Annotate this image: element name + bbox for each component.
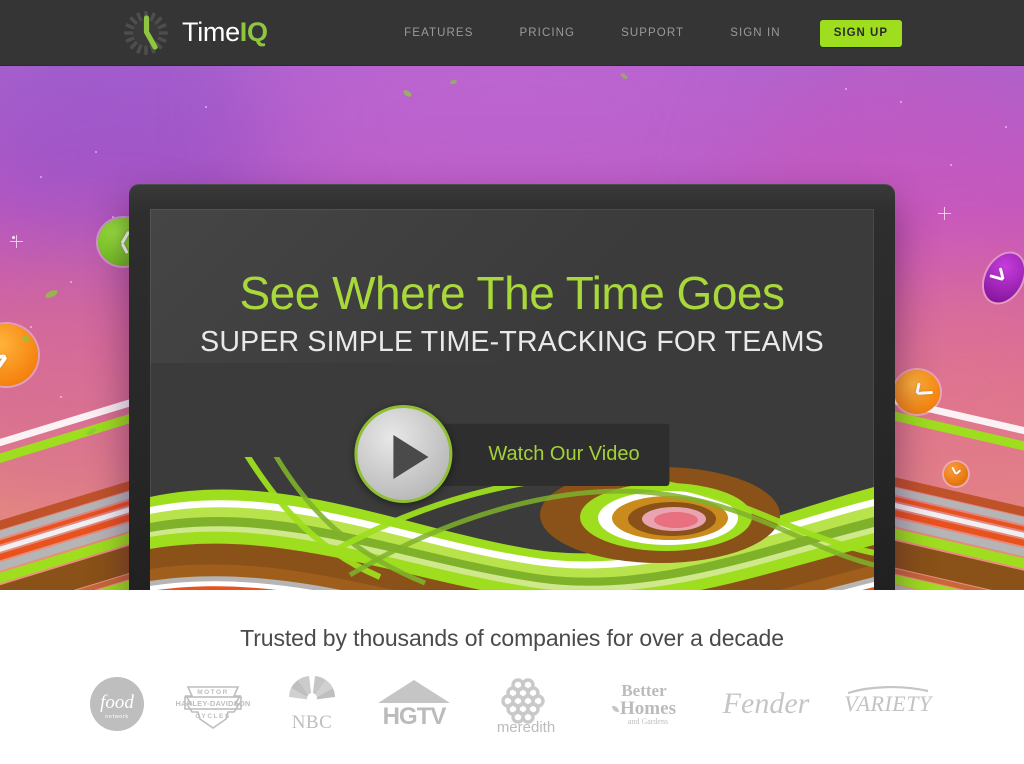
svg-text:NBC: NBC — [292, 712, 333, 733]
clock-starburst-icon — [122, 9, 170, 57]
nav-link-support[interactable]: SUPPORT — [598, 0, 707, 66]
harley-davidson-logo: MOTOR HARLEY-DAVIDSON CYCLES — [174, 674, 252, 734]
watch-video-label[interactable]: Watch Our Video — [426, 422, 670, 486]
star-decoration — [900, 101, 902, 103]
nav-links: FEATURES PRICING SUPPORT SIGN IN SIGN UP — [381, 0, 902, 66]
svg-text:HARLEY-DAVIDSON: HARLEY-DAVIDSON — [176, 699, 251, 708]
monitor-screen: See Where The Time Goes SUPER SIMPLE TIM… — [150, 209, 874, 590]
svg-text:MOTOR: MOTOR — [197, 689, 229, 696]
clock-bubble-orange-left — [0, 324, 38, 386]
meredith-logo: meredith — [484, 674, 568, 734]
svg-text:Fender: Fender — [722, 687, 810, 720]
top-navigation-bar: TimeIQ FEATURES PRICING SUPPORT SIGN IN … — [0, 0, 1024, 66]
star-decoration — [1005, 126, 1007, 128]
food-network-logo: food network — [88, 674, 146, 734]
svg-text:HGTV: HGTV — [383, 703, 447, 730]
brand-name: TimeIQ — [182, 16, 268, 48]
better-homes-and-gardens-logo: Better Homes and Gardens — [596, 674, 692, 734]
svg-text:CYCLES: CYCLES — [195, 713, 230, 720]
client-logo-row: food network MOTOR HARLEY-DAVIDSON CYCLE… — [0, 674, 1024, 734]
star-decoration — [845, 88, 847, 90]
monitor-mockup: See Where The Time Goes SUPER SIMPLE TIM… — [129, 184, 895, 590]
play-triangle-icon — [393, 435, 429, 479]
star-decoration — [95, 151, 97, 153]
star-decoration — [40, 176, 42, 178]
watch-video-control[interactable]: Watch Our Video — [354, 405, 670, 503]
nav-link-pricing[interactable]: PRICING — [496, 0, 598, 66]
brand-name-accent: IQ — [239, 16, 268, 47]
nbc-logo: NBC — [280, 674, 344, 734]
hero-section: See Where The Time Goes SUPER SIMPLE TIM… — [0, 66, 1024, 590]
fender-logo: Fender — [720, 674, 812, 734]
landing-page: TimeIQ FEATURES PRICING SUPPORT SIGN IN … — [0, 0, 1024, 764]
svg-text:meredith: meredith — [497, 719, 555, 734]
trust-section: Trusted by thousands of companies for ov… — [0, 590, 1024, 764]
trust-title: Trusted by thousands of companies for ov… — [240, 625, 784, 651]
hero-headline: See Where The Time Goes — [239, 267, 785, 319]
nav-link-sign-in[interactable]: SIGN IN — [707, 0, 804, 66]
star-decoration — [70, 281, 72, 283]
variety-logo: VARIETY — [840, 674, 936, 734]
svg-text:and Gardens: and Gardens — [628, 717, 668, 726]
clock-bubble-small-right — [944, 462, 968, 486]
play-button[interactable] — [354, 405, 453, 503]
svg-text:Homes: Homes — [620, 698, 676, 719]
star-decoration — [205, 106, 207, 108]
hero-subheadline: SUPER SIMPLE TIME-TRACKING FOR TEAMS — [200, 326, 824, 358]
star-decoration — [950, 164, 952, 166]
nav-link-features[interactable]: FEATURES — [381, 0, 496, 66]
svg-text:food: food — [100, 692, 134, 713]
sign-up-button[interactable]: SIGN UP — [819, 19, 902, 47]
hgtv-logo: HGTV — [372, 674, 456, 734]
clock-bubble-orange-right — [894, 370, 940, 414]
svg-text:VARIETY: VARIETY — [844, 691, 934, 716]
brand-name-primary: Time — [182, 16, 240, 47]
brand-logo[interactable]: TimeIQ — [122, 8, 268, 58]
star-decoration — [12, 236, 15, 239]
svg-text:network: network — [105, 714, 128, 720]
